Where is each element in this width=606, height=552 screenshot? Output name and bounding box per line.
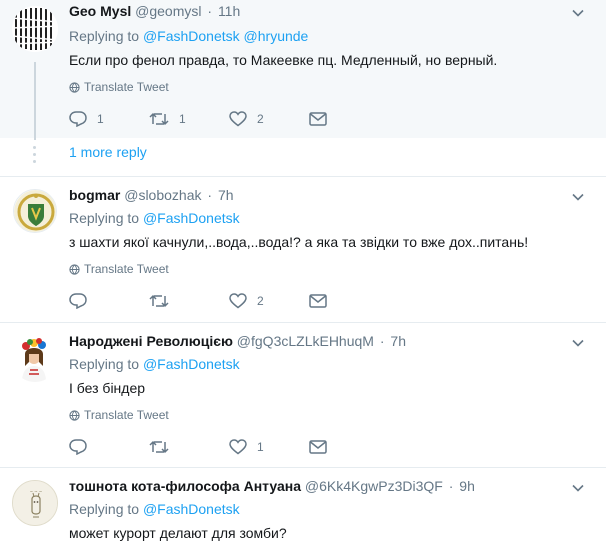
like-button[interactable]: 2: [229, 111, 309, 127]
timestamp[interactable]: 9h: [459, 478, 475, 494]
tweet-actions: 1: [69, 437, 594, 457]
like-button[interactable]: 1: [229, 439, 309, 455]
author-handle[interactable]: @geomysl: [135, 3, 201, 19]
replying-label: Replying to: [69, 356, 140, 372]
retweet-button[interactable]: [149, 439, 229, 455]
reply-button[interactable]: 1: [69, 111, 149, 127]
author-handle[interactable]: @fgQ3cLZLkEHhuqM: [237, 333, 374, 349]
author-handle[interactable]: @slobozhak: [124, 187, 201, 203]
separator: ·: [379, 333, 385, 349]
heart-icon: [229, 111, 247, 127]
reply-count: 1: [97, 112, 104, 126]
separator: ·: [448, 478, 454, 494]
replying-label: Replying to: [69, 28, 140, 44]
like-button[interactable]: 2: [229, 293, 309, 309]
replying-to: Replying to @FashDonetsk: [69, 353, 594, 375]
thread-dot: [33, 160, 36, 163]
translate-tweet-link[interactable]: Translate Tweet: [69, 78, 594, 96]
tweet-bogmar[interactable]: bogmar @slobozhak · 7h Replying to @Fash…: [0, 177, 606, 323]
avatar[interactable]: [13, 189, 57, 233]
reply-icon: [69, 293, 87, 309]
like-count: 2: [257, 294, 264, 308]
timestamp[interactable]: 7h: [218, 187, 234, 203]
envelope-icon: [309, 112, 327, 126]
translate-tweet-link[interactable]: Translate Tweet: [69, 406, 594, 424]
direct-message-button[interactable]: [309, 440, 339, 454]
chevron-down-icon[interactable]: [572, 193, 584, 201]
envelope-icon: [309, 294, 327, 308]
tweet-actions: 2: [69, 291, 594, 311]
separator: ·: [207, 3, 213, 19]
timestamp[interactable]: 7h: [390, 333, 406, 349]
heart-icon: [229, 439, 247, 455]
retweet-button[interactable]: 1: [149, 111, 229, 127]
author-name[interactable]: bogmar: [69, 187, 120, 203]
mention-link[interactable]: @hryunde: [244, 28, 309, 44]
tweet-text: Если про фенол правда, то Макеевке пц. М…: [69, 52, 498, 68]
reply-icon: [69, 111, 87, 127]
mention-link[interactable]: @FashDonetsk: [143, 501, 240, 517]
replying-label: Replying to: [69, 210, 140, 226]
author-name[interactable]: тошнота кота-философа Антуана: [69, 478, 301, 494]
translate-tweet-link[interactable]: Translate Tweet: [69, 260, 594, 278]
thread-line: [34, 62, 36, 140]
retweet-count: 1: [179, 112, 186, 126]
reply-button[interactable]: [69, 439, 149, 455]
chevron-down-icon[interactable]: [572, 9, 584, 17]
author-name[interactable]: Народжені Революцією: [69, 333, 233, 349]
direct-message-button[interactable]: [309, 294, 339, 308]
author-name[interactable]: Geo Mysl: [69, 3, 131, 19]
retweet-icon: [149, 294, 169, 308]
mention-link[interactable]: @FashDonetsk: [143, 210, 240, 226]
avatar[interactable]: [12, 336, 58, 382]
tweet-geomysl[interactable]: Geo Mysl @geomysl · 11h Replying to @Fas…: [0, 0, 606, 140]
chevron-down-icon[interactable]: [572, 484, 584, 492]
globe-icon: [69, 263, 80, 275]
reply-icon: [69, 439, 87, 455]
mention-link[interactable]: @FashDonetsk: [143, 356, 240, 372]
translate-label: Translate Tweet: [84, 408, 169, 422]
replying-to: Replying to @FashDonetsk: [69, 498, 594, 520]
replying-label: Replying to: [69, 501, 140, 517]
translate-label: Translate Tweet: [84, 80, 169, 94]
replying-to: Replying to @FashDonetsk @hryunde: [69, 25, 594, 47]
timestamp[interactable]: 11h: [218, 3, 240, 19]
like-count: 1: [257, 440, 264, 454]
mention-link[interactable]: @FashDonetsk: [143, 28, 240, 44]
tweet-text: І без біндер: [69, 380, 146, 396]
svg-text:~ ~ ~: ~ ~ ~: [30, 489, 43, 494]
envelope-icon: [309, 440, 327, 454]
tweet-text: з шахти якої качнули,..вода,..вода!? а я…: [69, 234, 529, 250]
translate-label: Translate Tweet: [84, 262, 169, 276]
retweet-icon: [149, 440, 169, 454]
author-handle[interactable]: @6Kk4KgwPz3Di3QF: [305, 478, 443, 494]
tweet-narodzheni[interactable]: Народжені Революцією @fgQ3cLZLkEHhuqM · …: [0, 323, 606, 468]
retweet-button[interactable]: [149, 293, 229, 309]
tweet-text: может курорт делают для зомби?: [69, 525, 287, 541]
chevron-down-icon[interactable]: [572, 339, 584, 347]
avatar[interactable]: ~ ~ ~: [12, 480, 58, 526]
like-count: 2: [257, 112, 264, 126]
heart-icon: [229, 293, 247, 309]
reply-button[interactable]: [69, 293, 149, 309]
tweet-actions: 1 1 2: [69, 109, 594, 129]
globe-icon: [69, 81, 80, 93]
tweet-toshnota[interactable]: ~ ~ ~ тошнота кота-философа Антуана @6Kk…: [0, 468, 606, 552]
more-replies-link[interactable]: 1 more reply: [69, 144, 147, 160]
thread-dot: [33, 153, 36, 156]
globe-icon: [69, 409, 80, 421]
replying-to: Replying to @FashDonetsk: [69, 207, 594, 229]
direct-message-button[interactable]: [309, 112, 339, 126]
retweet-icon: [149, 112, 169, 126]
avatar[interactable]: [12, 6, 58, 52]
separator: ·: [207, 187, 213, 203]
thread-dot: [33, 146, 36, 149]
